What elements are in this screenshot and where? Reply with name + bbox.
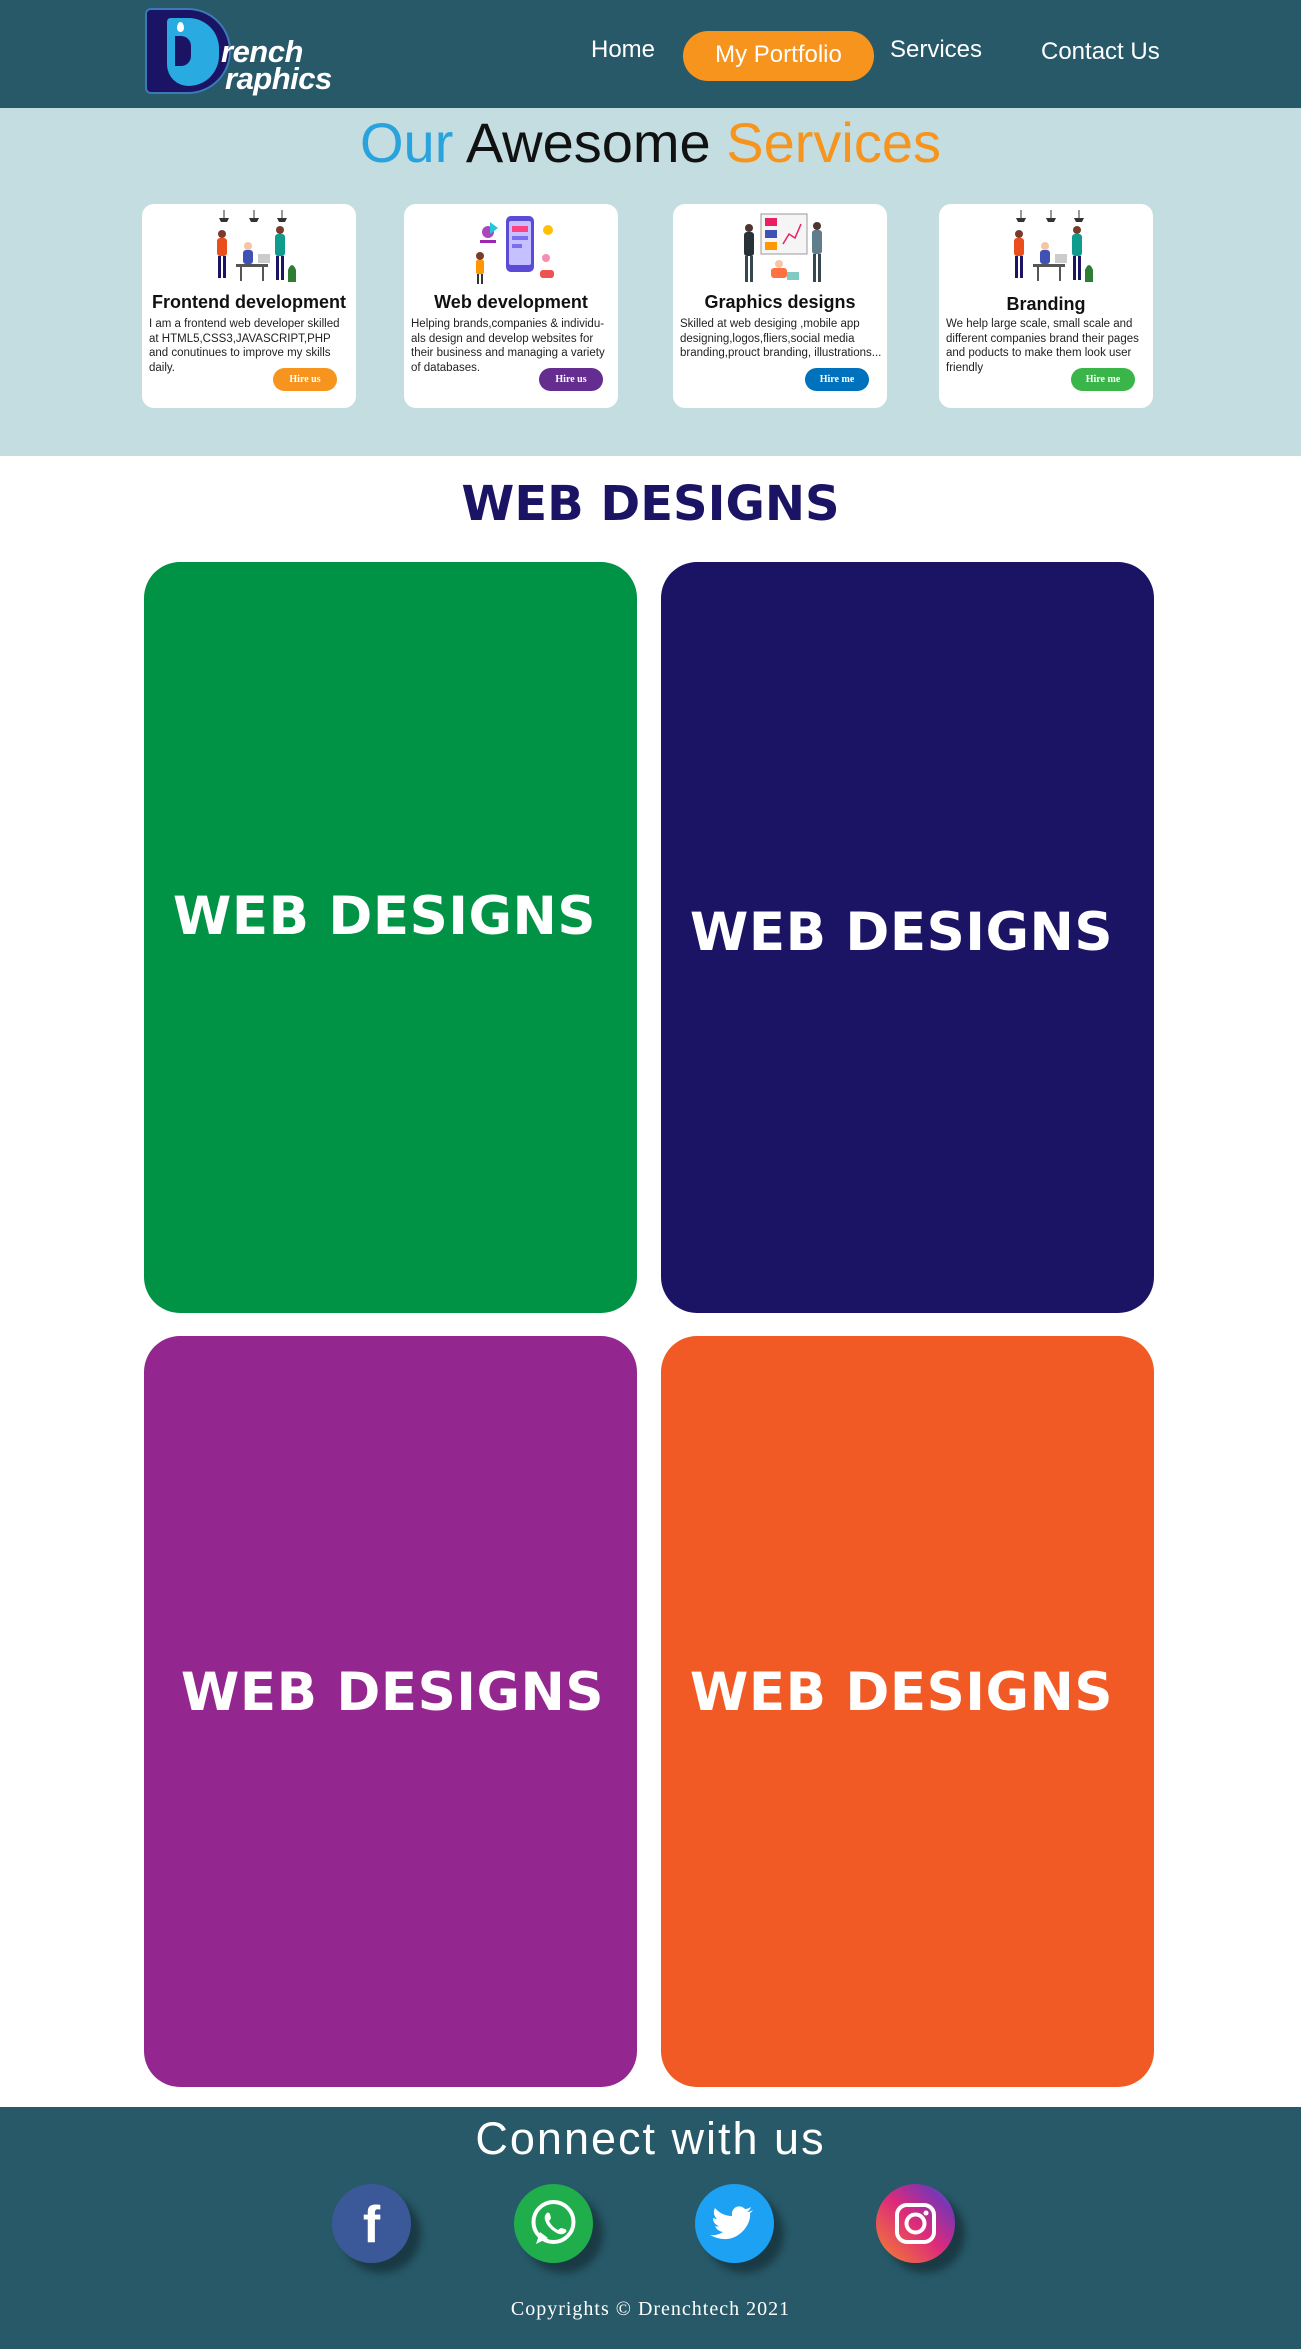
svg-text:f: f (363, 2196, 381, 2254)
service-description: I am a frontend web developer skilled at… (149, 318, 340, 374)
service-title: Branding (1006, 294, 1086, 314)
facebook-icon[interactable]: f (332, 2184, 411, 2263)
connect-heading: Connect with us (475, 2113, 826, 2164)
web-design-card-label: WEB DESIGNS (689, 902, 1114, 963)
web-designs-heading: WEB DESIGNS (461, 476, 840, 532)
copyright-text: Copyrights © Drenchtech 2021 (510, 2298, 791, 2320)
team-illustration (1014, 210, 1093, 282)
web-design-card-label: WEB DESIGNS (689, 1662, 1114, 1723)
nav-portfolio-button[interactable]: My Portfolio (683, 31, 874, 81)
graphics-illustration (744, 213, 822, 282)
nav-contact[interactable]: Contact Us (1041, 38, 1160, 66)
web-design-card[interactable]: WEB DESIGNS (661, 562, 1154, 1313)
drop-icon (177, 22, 184, 32)
nav-home[interactable]: Home (591, 36, 655, 64)
hire-me-button[interactable]: Hire me (1071, 368, 1135, 391)
service-title: Web development (434, 292, 588, 312)
service-description: Helping brands,companies & individu-als … (411, 318, 605, 374)
brand-logo[interactable]: rench raphics (143, 6, 353, 96)
web-design-card[interactable]: WEB DESIGNS (661, 1336, 1154, 2087)
whatsapp-icon[interactable] (514, 2184, 593, 2263)
site-header: rench raphics Home My Portfolio Services… (0, 0, 1301, 108)
logo-mark (145, 8, 231, 94)
web-design-card[interactable]: WEB DESIGNS (144, 562, 637, 1313)
nav-services[interactable]: Services (890, 36, 982, 64)
service-title: Frontend development (151, 292, 346, 312)
web-design-card-label: WEB DESIGNS (172, 886, 597, 947)
web-design-card[interactable]: WEB DESIGNS (144, 1336, 637, 2087)
hire-us-button[interactable]: Hire us (539, 368, 603, 391)
services-title: Our Awesome Services (360, 111, 941, 174)
brand-name-line2: raphics (225, 61, 332, 96)
twitter-icon[interactable] (695, 2184, 774, 2263)
service-card-graphics: Graphics designs Skilled at web desiging… (673, 204, 887, 408)
team-illustration (217, 210, 296, 282)
service-description: Skilled at web desiging ,mobile app desi… (680, 318, 882, 359)
hire-me-button[interactable]: Hire me (805, 368, 869, 391)
service-card-frontend: Frontend development I am a frontend web… (142, 204, 356, 408)
service-description: We help large scale, small scale and dif… (946, 318, 1139, 374)
instagram-icon[interactable] (876, 2184, 955, 2263)
web-design-card-label: WEB DESIGNS (180, 1662, 605, 1723)
hire-us-button[interactable]: Hire us (273, 368, 337, 391)
service-card-branding: Branding We help large scale, small scal… (939, 204, 1153, 408)
service-card-web-dev: Web development Helping brands,companies… (404, 204, 618, 408)
service-title: Graphics designs (704, 292, 856, 312)
web-dev-illustration (476, 216, 554, 284)
